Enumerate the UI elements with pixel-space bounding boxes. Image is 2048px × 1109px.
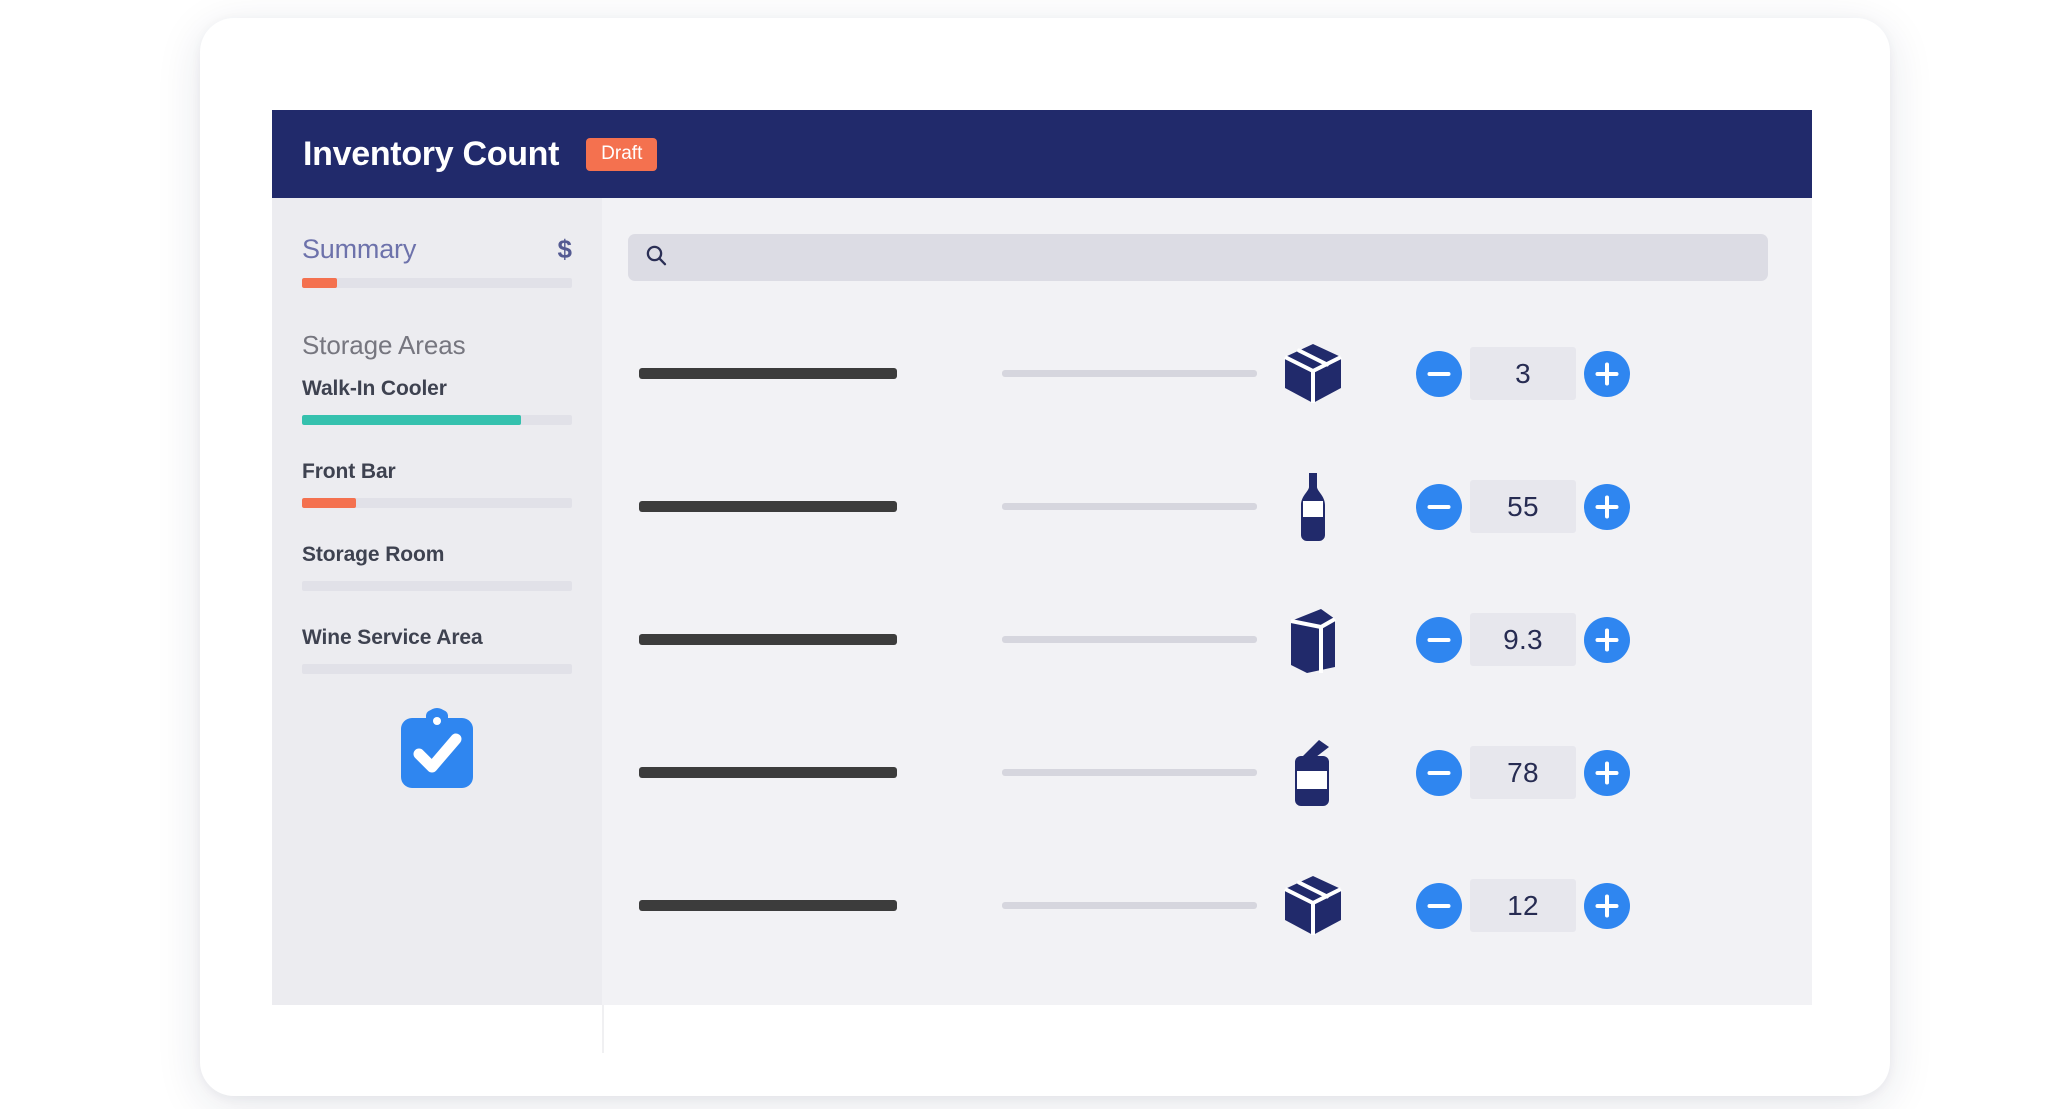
app-header: Inventory Count Draft <box>272 110 1812 198</box>
progress-track <box>302 581 572 591</box>
plus-circle-icon[interactable] <box>1584 350 1630 397</box>
paper-bag-icon <box>1238 605 1388 675</box>
plus-circle-icon[interactable] <box>1584 616 1630 663</box>
sidebar-item-label: Walk-In Cooler <box>302 377 447 400</box>
summary-label: Summary <box>302 234 417 264</box>
row-item-name-placeholder <box>628 900 928 911</box>
progress-track <box>302 498 572 508</box>
search-bar[interactable] <box>628 233 1768 282</box>
sidebar-item-walk-in-cooler[interactable]: Walk-In Cooler <box>302 377 572 425</box>
row-item-detail-placeholder <box>928 370 1257 377</box>
row-item-detail-placeholder <box>928 902 1257 909</box>
table-row: 9.3 <box>628 573 1768 706</box>
page-title: Inventory Count <box>303 134 560 173</box>
sidebar-section-title: Storage Areas <box>302 330 466 360</box>
progress-track <box>302 664 572 674</box>
skeleton-bar-primary <box>639 368 897 379</box>
wine-bottle-icon <box>1238 471 1388 543</box>
row-item-name-placeholder <box>628 767 928 778</box>
sidebar-item-label: Wine Service Area <box>302 626 483 649</box>
quantity-value[interactable]: 3 <box>1470 347 1576 400</box>
row-item-detail-placeholder <box>928 769 1257 776</box>
skeleton-bar-primary <box>639 767 897 778</box>
quantity-value[interactable]: 78 <box>1470 746 1576 799</box>
progress-fill <box>302 415 521 425</box>
sidebar-item-label: Front Bar <box>302 460 396 483</box>
sidebar-item-wine-service-area[interactable]: Wine Service Area <box>302 626 572 674</box>
minus-circle-icon[interactable] <box>1416 483 1462 530</box>
sidebar: Summary $ Storage Areas Walk-In Cooler F… <box>272 198 602 1005</box>
skeleton-bar-secondary <box>1002 769 1257 776</box>
search-icon <box>645 244 667 271</box>
status-badge: Draft <box>586 137 658 171</box>
skeleton-bar-secondary <box>1002 370 1257 377</box>
clipboard-check-icon <box>395 708 479 799</box>
dollar-icon: $ <box>557 234 572 264</box>
quantity-stepper: 3 <box>1388 347 1768 400</box>
skeleton-bar-secondary <box>1002 902 1257 909</box>
table-row: 12 <box>628 839 1768 972</box>
quantity-stepper: 55 <box>1388 480 1768 533</box>
progress-fill <box>302 498 356 508</box>
table-row: 78 <box>628 706 1768 839</box>
table-row: 3 <box>628 307 1768 440</box>
inventory-rows: 3 55 9.3 78 12 <box>628 307 1768 972</box>
row-item-name-placeholder <box>628 634 928 645</box>
table-row: 55 <box>628 440 1768 573</box>
sidebar-item-summary[interactable]: Summary $ <box>302 234 572 288</box>
row-item-name-placeholder <box>628 501 928 512</box>
plus-circle-icon[interactable] <box>1584 749 1630 796</box>
box-package-icon <box>1238 340 1388 408</box>
sidebar-item-front-bar[interactable]: Front Bar <box>302 460 572 508</box>
skeleton-bar-secondary <box>1002 503 1257 510</box>
inventory-count-app-panel: Inventory Count Draft Summary $ Storage … <box>272 110 1812 1005</box>
quantity-stepper: 9.3 <box>1388 613 1768 666</box>
row-item-name-placeholder <box>628 368 928 379</box>
app-body: Summary $ Storage Areas Walk-In Cooler F… <box>272 198 1812 1005</box>
plus-circle-icon[interactable] <box>1584 882 1630 929</box>
quantity-value[interactable]: 55 <box>1470 480 1576 533</box>
summary-progress-track <box>302 278 572 288</box>
plus-circle-icon[interactable] <box>1584 483 1630 530</box>
search-input[interactable] <box>679 233 1768 282</box>
skeleton-bar-primary <box>639 900 897 911</box>
skeleton-bar-primary <box>639 501 897 512</box>
minus-circle-icon[interactable] <box>1416 616 1462 663</box>
row-item-detail-placeholder <box>928 503 1257 510</box>
summary-row: Summary $ <box>302 234 572 265</box>
summary-progress-fill <box>302 278 338 288</box>
skeleton-bar-secondary <box>1002 636 1257 643</box>
sidebar-item-storage-room[interactable]: Storage Room <box>302 543 572 591</box>
main-content: 3 55 9.3 78 12 <box>602 198 1812 1005</box>
panel-bottom-divider <box>602 1005 604 1053</box>
skeleton-bar-primary <box>639 634 897 645</box>
quantity-value[interactable]: 9.3 <box>1470 613 1576 666</box>
quantity-stepper: 12 <box>1388 879 1768 932</box>
can-jar-icon <box>1238 738 1388 808</box>
sidebar-item-label: Storage Room <box>302 543 445 566</box>
progress-track <box>302 415 572 425</box>
minus-circle-icon[interactable] <box>1416 350 1462 397</box>
quantity-value[interactable]: 12 <box>1470 879 1576 932</box>
minus-circle-icon[interactable] <box>1416 749 1462 796</box>
box-package-icon <box>1238 872 1388 940</box>
row-item-detail-placeholder <box>928 636 1257 643</box>
minus-circle-icon[interactable] <box>1416 882 1462 929</box>
quantity-stepper: 78 <box>1388 746 1768 799</box>
